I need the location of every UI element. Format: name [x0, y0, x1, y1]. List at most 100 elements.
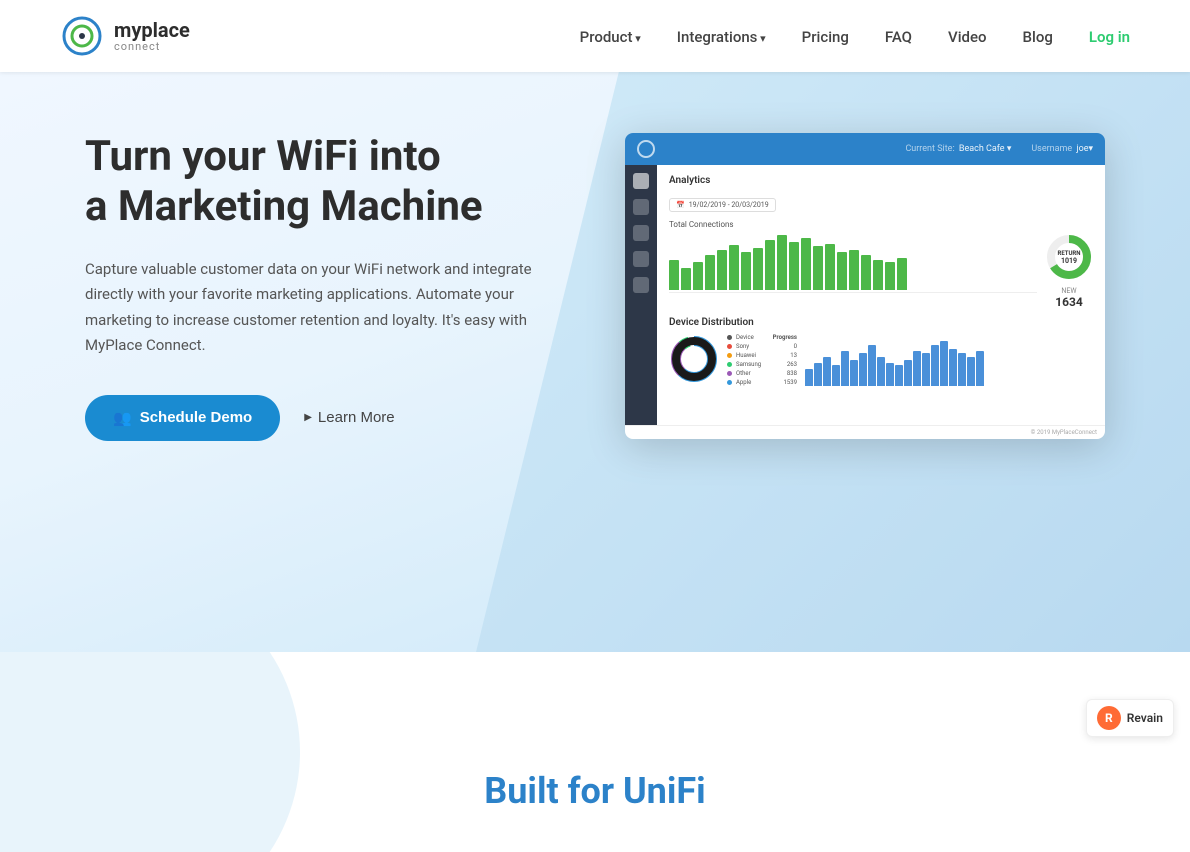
total-connections-label: Total Connections [669, 220, 1093, 229]
device-bar [940, 341, 948, 386]
dash-footer: © 2019 MyPlaceConnect [625, 425, 1105, 439]
device-bar [805, 369, 813, 387]
bar-chart-bar [825, 244, 835, 290]
nav-link-login[interactable]: Log in [1089, 28, 1130, 46]
dashboard-screenshot: Current Site: Beach Cafe ▾ Username joe▾ [625, 133, 1105, 439]
current-site-label: Current Site: Beach Cafe ▾ [905, 144, 1011, 154]
device-bar [886, 363, 894, 387]
dash-sidebar-icon-2 [633, 199, 649, 215]
bar-chart-bar [873, 260, 883, 290]
new-stat: NEW 1634 [1055, 287, 1083, 309]
learn-more-button[interactable]: Learn More [304, 409, 394, 426]
bar-chart-bar [849, 250, 859, 290]
revain-icon: R [1097, 706, 1121, 730]
learn-more-label: Learn More [318, 409, 395, 426]
username-label: Username joe▾ [1031, 144, 1093, 154]
bar-chart-bar [897, 258, 907, 290]
bar-chart-bar [705, 255, 715, 290]
dash-body: Analytics 📅 19/02/2019 - 20/03/2019 Tota… [625, 165, 1105, 425]
device-bar [904, 360, 912, 386]
nav-item-blog[interactable]: Blog [1023, 27, 1053, 46]
date-filter[interactable]: 📅 19/02/2019 - 20/03/2019 [669, 198, 776, 212]
device-bar [877, 357, 885, 387]
device-bar [931, 345, 939, 386]
nav-item-product[interactable]: Product [580, 27, 641, 46]
schedule-demo-button[interactable]: 👥 Schedule Demo [85, 395, 280, 441]
bar-chart-bar [837, 252, 847, 290]
logo[interactable]: myplace connect [60, 14, 190, 58]
bar-chart-bar [681, 268, 691, 290]
analytics-title: Analytics [669, 175, 1093, 186]
device-bar [823, 357, 831, 387]
bar-chart-bar [765, 240, 775, 290]
device-bar [913, 351, 921, 387]
device-bar [814, 363, 822, 387]
nav-link-integrations[interactable]: Integrations [677, 28, 766, 46]
bar-chart-bar [669, 260, 679, 290]
device-bar [832, 365, 840, 386]
nav-link-pricing[interactable]: Pricing [802, 28, 849, 46]
dash-sidebar-icon-5 [633, 277, 649, 293]
bar-chart-bar [885, 262, 895, 290]
device-distribution: Device Distribution [669, 317, 1093, 388]
bar-chart-bar [717, 250, 727, 290]
bar-chart-bar [729, 245, 739, 290]
navbar: myplace connect Product Integrations Pri… [0, 0, 1190, 72]
bar-chart-bar [741, 252, 751, 290]
dash-topbar: Current Site: Beach Cafe ▾ Username joe▾ [625, 133, 1105, 165]
device-bar [850, 360, 858, 386]
device-bar [976, 351, 984, 387]
bar-chart-bar [777, 235, 787, 290]
revain-badge[interactable]: R Revain [1086, 699, 1174, 737]
hero-description: Capture valuable customer data on your W… [85, 257, 545, 359]
device-bar [895, 365, 903, 386]
logo-sub: connect [114, 41, 190, 53]
dash-sidebar-icon-1 [633, 173, 649, 189]
device-bar [922, 353, 930, 386]
schedule-demo-label: Schedule Demo [140, 409, 253, 426]
nav-item-pricing[interactable]: Pricing [802, 27, 849, 46]
device-bar [859, 353, 867, 386]
bar-chart [669, 233, 1037, 293]
svg-text:1019: 1019 [1061, 257, 1077, 265]
device-bar [949, 349, 957, 387]
nav-item-integrations[interactable]: Integrations [677, 27, 766, 46]
bar-chart-bar [789, 242, 799, 290]
nav-link-faq[interactable]: FAQ [885, 28, 912, 46]
bar-chart-bar [861, 255, 871, 290]
hero-section: Turn your WiFi into a Marketing Machine … [0, 72, 1190, 652]
built-for-unifi-title: Built for UniFi [484, 770, 705, 812]
dash-sidebar [625, 165, 657, 425]
logo-name: myplace [114, 19, 190, 41]
nav-item-login[interactable]: Log in [1089, 27, 1130, 46]
users-icon: 👥 [113, 409, 132, 427]
bar-chart-bar [801, 238, 811, 290]
nav-link-video[interactable]: Video [948, 28, 987, 46]
lower-section: Built for UniFi [0, 652, 1190, 852]
device-donut [669, 334, 719, 388]
device-bar [868, 345, 876, 386]
nav-item-video[interactable]: Video [948, 27, 987, 46]
dash-sidebar-icon-4 [633, 251, 649, 267]
nav-links: Product Integrations Pricing FAQ Video B… [580, 27, 1130, 46]
device-legend: DeviceProgress Sony0 Huawei13 Samsung263… [727, 334, 797, 388]
device-bar-chart [805, 336, 1093, 386]
bar-chart-bar [813, 246, 823, 290]
device-bar [967, 357, 975, 387]
bar-chart-bar [753, 248, 763, 290]
return-stat: RETURN 1019 [1045, 233, 1093, 281]
device-bar [958, 353, 966, 386]
nav-link-product[interactable]: Product [580, 28, 641, 46]
dash-main: Analytics 📅 19/02/2019 - 20/03/2019 Tota… [657, 165, 1105, 425]
dash-sidebar-icon-3 [633, 225, 649, 241]
hero-image: Current Site: Beach Cafe ▾ Username joe▾ [605, 133, 1105, 439]
lower-circle-bg [0, 652, 300, 852]
nav-link-blog[interactable]: Blog [1023, 28, 1053, 46]
nav-item-faq[interactable]: FAQ [885, 27, 912, 46]
device-bar [841, 351, 849, 387]
svg-text:RETURN: RETURN [1057, 250, 1080, 257]
hero-buttons: 👥 Schedule Demo Learn More [85, 395, 545, 441]
dash-logo-icon [637, 140, 655, 158]
bar-chart-bar [693, 262, 703, 290]
hero-text-block: Turn your WiFi into a Marketing Machine … [85, 132, 545, 441]
